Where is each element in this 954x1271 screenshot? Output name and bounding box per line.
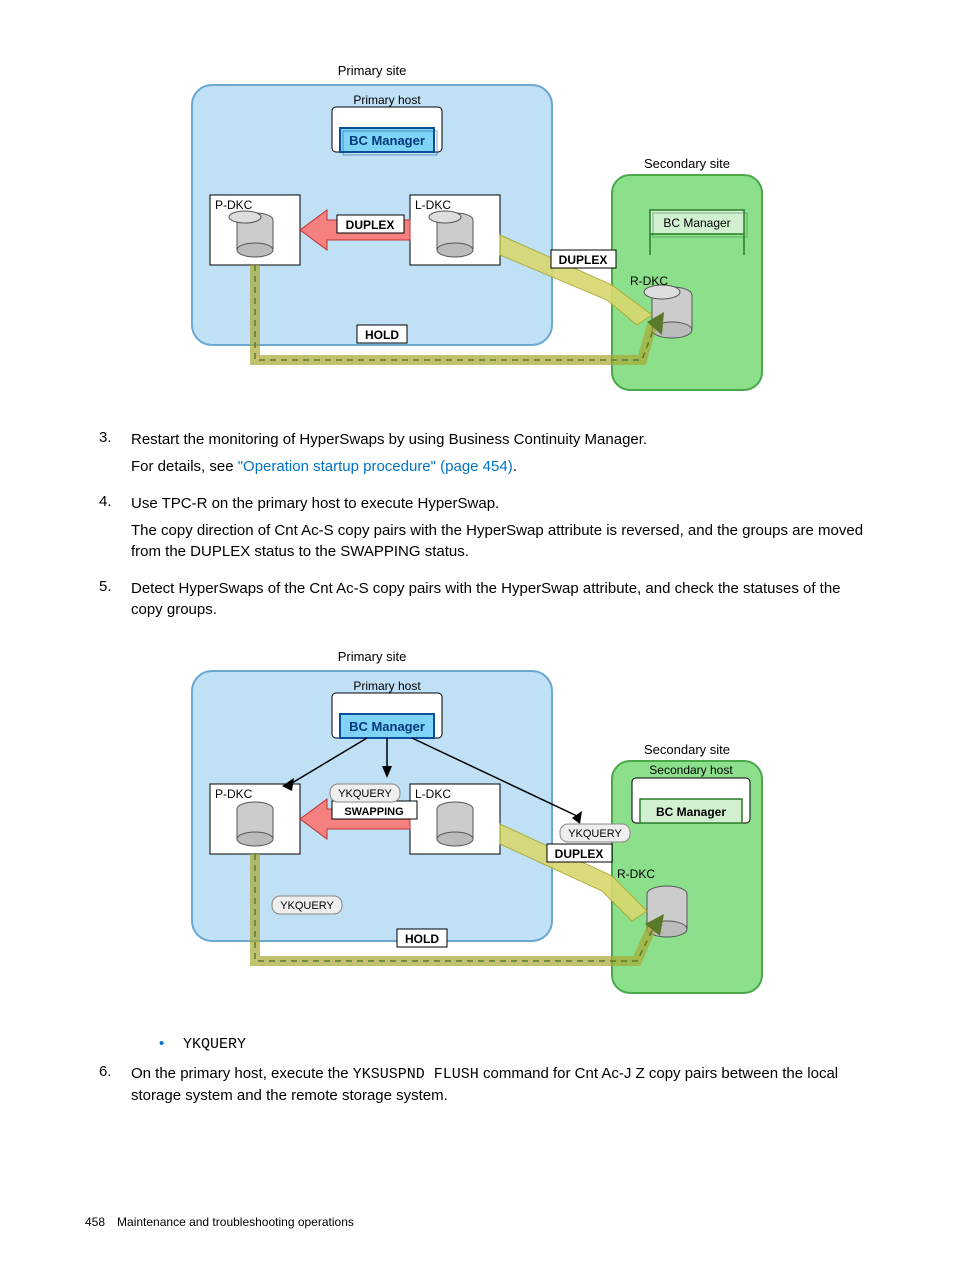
step-5: 5. Detect HyperSwaps of the Cnt Ac-S cop… [85, 578, 869, 626]
step-4: 4. Use TPC-R on the primary host to exec… [85, 493, 869, 568]
bullet-item: YKQUERY [159, 1035, 869, 1053]
svg-text:R-DKC: R-DKC [630, 274, 668, 288]
diagram-2: Primary site Primary host BC Manager Sec… [85, 646, 869, 1010]
step-list-continued: 6. On the primary host, execute the YKSU… [85, 1063, 869, 1112]
page-footer: 458 Maintenance and troubleshooting opera… [85, 1215, 354, 1229]
step-6: 6. On the primary host, execute the YKSU… [85, 1063, 869, 1112]
cross-reference-link[interactable]: "Operation startup procedure" (page 454) [238, 458, 513, 475]
step-number: 5. [85, 578, 131, 626]
step-number: 4. [85, 493, 131, 568]
bullet-list: YKQUERY [159, 1035, 869, 1053]
svg-text:Secondary site: Secondary site [644, 742, 730, 757]
svg-text:HOLD: HOLD [365, 328, 399, 342]
step-text: The copy direction of Cnt Ac-S copy pair… [131, 522, 863, 560]
svg-text:BC Manager: BC Manager [349, 133, 425, 148]
svg-text:YKQUERY: YKQUERY [280, 900, 334, 912]
svg-text:YKQUERY: YKQUERY [568, 828, 622, 840]
svg-text:Primary host: Primary host [353, 93, 421, 107]
footer-title: Maintenance and troubleshooting operatio… [117, 1215, 354, 1229]
svg-text:Secondary site: Secondary site [644, 156, 730, 171]
svg-text:Secondary host: Secondary host [649, 763, 733, 777]
svg-text:BC Manager: BC Manager [349, 719, 425, 734]
svg-text:DUPLEX: DUPLEX [555, 847, 604, 861]
svg-text:Primary site: Primary site [338, 63, 407, 78]
step-text: On the primary host, execute the [131, 1065, 353, 1082]
diagram-1: Primary site Primary host BC Manager Sec… [85, 60, 869, 404]
step-3: 3. Restart the monitoring of HyperSwaps … [85, 429, 869, 483]
svg-text:L-DKC: L-DKC [415, 198, 451, 212]
svg-text:Primary host: Primary host [353, 679, 421, 693]
svg-text:Primary site: Primary site [338, 649, 407, 664]
step-number: 3. [85, 429, 131, 483]
svg-text:HOLD: HOLD [405, 932, 439, 946]
step-text: Detect HyperSwaps of the Cnt Ac-S copy p… [131, 580, 841, 618]
svg-text:DUPLEX: DUPLEX [559, 253, 608, 267]
svg-text:L-DKC: L-DKC [415, 787, 451, 801]
step-list: 3. Restart the monitoring of HyperSwaps … [85, 429, 869, 626]
step-number: 6. [85, 1063, 131, 1112]
svg-text:BC Manager: BC Manager [656, 805, 726, 819]
svg-text:YKQUERY: YKQUERY [338, 788, 392, 800]
step-text: Restart the monitoring of HyperSwaps by … [131, 431, 647, 448]
command-name: YKQUERY [183, 1036, 246, 1053]
svg-text:DUPLEX: DUPLEX [346, 218, 395, 232]
step-text: Use TPC-R on the primary host to execute… [131, 495, 499, 512]
step-text: For details, see [131, 458, 238, 475]
page-number: 458 [85, 1215, 105, 1229]
svg-text:P-DKC: P-DKC [215, 198, 253, 212]
svg-text:R-DKC: R-DKC [617, 867, 655, 881]
svg-text:BC Manager: BC Manager [663, 216, 730, 230]
svg-text:P-DKC: P-DKC [215, 787, 253, 801]
command-name: YKSUSPND FLUSH [353, 1066, 479, 1083]
svg-text:SWAPPING: SWAPPING [344, 806, 403, 818]
